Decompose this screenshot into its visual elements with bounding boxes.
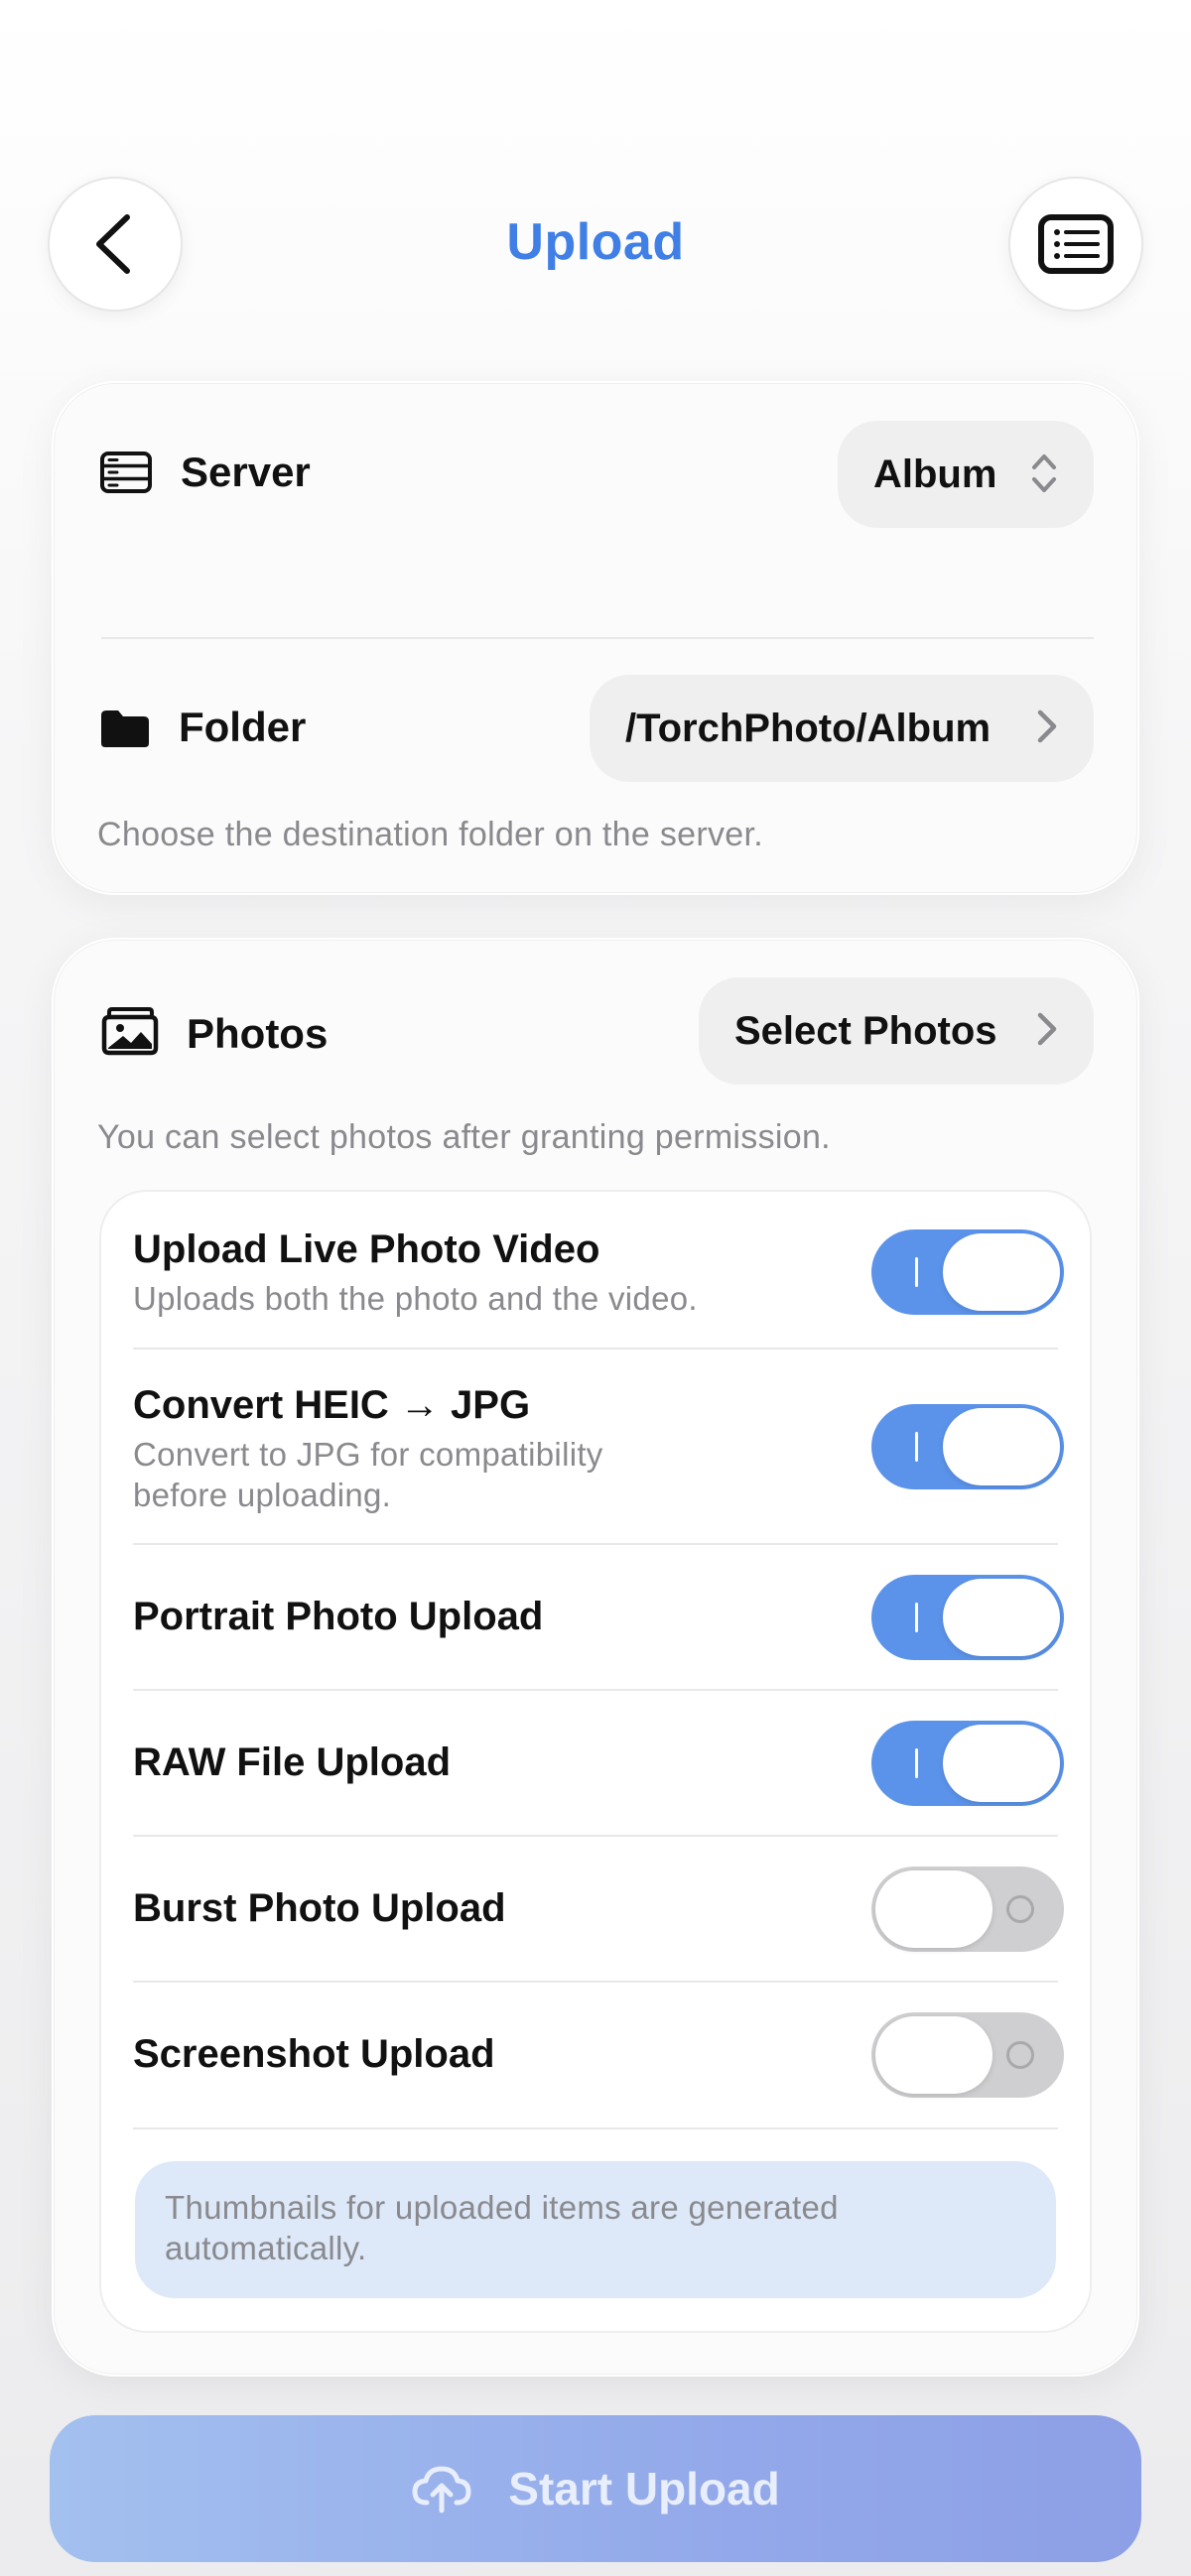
toggle-knob bbox=[943, 1233, 1060, 1311]
toggle-off-mark bbox=[1006, 2041, 1034, 2069]
toggle-screenshot[interactable] bbox=[871, 2012, 1064, 2098]
permission-hint: You can select photos after granting per… bbox=[97, 1118, 831, 1156]
select-photos-label: Select Photos bbox=[734, 1008, 997, 1053]
folder-icon bbox=[101, 710, 149, 747]
photos-label: Photos bbox=[187, 1010, 329, 1057]
toggle-portrait-photo[interactable] bbox=[871, 1575, 1064, 1660]
toggle-off-mark bbox=[1006, 1895, 1034, 1923]
option-subtitle: Convert to JPG for compatibility before … bbox=[133, 1436, 603, 1513]
info-note-text: Thumbnails for uploaded items are genera… bbox=[165, 2189, 839, 2266]
toggle-knob bbox=[875, 2016, 992, 2094]
toggle-live-photo-video[interactable] bbox=[871, 1229, 1064, 1315]
folder-select[interactable]: /TorchPhoto/Album bbox=[590, 675, 1094, 782]
photos-icon bbox=[101, 1007, 159, 1056]
select-photos-button[interactable]: Select Photos bbox=[699, 977, 1094, 1085]
toggle-knob bbox=[943, 1408, 1060, 1485]
folder-value: /TorchPhoto/Album bbox=[625, 706, 992, 750]
folder-hint: Choose the destination folder on the ser… bbox=[97, 816, 763, 853]
server-value: Album bbox=[873, 451, 997, 496]
divider bbox=[133, 1543, 1058, 1545]
option-title: Burst Photo Upload bbox=[133, 1886, 506, 1930]
start-upload-label: Start Upload bbox=[508, 2463, 780, 2514]
list-view-button[interactable] bbox=[1008, 177, 1143, 312]
toggle-burst-photo[interactable] bbox=[871, 1867, 1064, 1952]
toggle-on-mark bbox=[915, 1603, 918, 1632]
option-title: Upload Live Photo Video bbox=[133, 1227, 600, 1271]
chevron-up-down-icon bbox=[1032, 454, 1056, 492]
toggle-raw-file[interactable] bbox=[871, 1721, 1064, 1806]
option-title: RAW File Upload bbox=[133, 1740, 451, 1784]
option-subtitle: Uploads both the photo and the video. bbox=[133, 1280, 698, 1317]
divider bbox=[133, 1348, 1058, 1350]
toggle-on-mark bbox=[915, 1432, 918, 1462]
toggle-knob bbox=[943, 1579, 1060, 1656]
toggle-convert-heic[interactable] bbox=[871, 1404, 1064, 1489]
server-select[interactable]: Album bbox=[838, 421, 1094, 528]
option-title: Convert HEIC → JPG bbox=[133, 1383, 531, 1427]
info-note: Thumbnails for uploaded items are genera… bbox=[135, 2161, 1056, 2298]
option-title: Screenshot Upload bbox=[133, 2032, 495, 2076]
folder-label: Folder bbox=[179, 704, 307, 750]
divider bbox=[133, 2127, 1058, 2129]
option-title: Portrait Photo Upload bbox=[133, 1595, 544, 1638]
divider bbox=[133, 1981, 1058, 1983]
start-upload-button[interactable]: Start Upload bbox=[50, 2415, 1141, 2562]
toggle-on-mark bbox=[915, 1748, 918, 1778]
chevron-right-icon bbox=[1037, 1012, 1057, 1046]
toggle-knob bbox=[875, 1870, 992, 1948]
toggle-on-mark bbox=[915, 1257, 918, 1287]
divider bbox=[101, 637, 1094, 639]
toggle-knob bbox=[943, 1725, 1060, 1802]
divider bbox=[133, 1835, 1058, 1837]
server-label: Server bbox=[181, 449, 311, 495]
chevron-right-icon bbox=[1037, 709, 1057, 743]
divider bbox=[133, 1689, 1058, 1691]
server-icon bbox=[100, 451, 152, 493]
cloud-upload-icon bbox=[412, 2466, 471, 2513]
list-icon bbox=[1038, 214, 1114, 274]
